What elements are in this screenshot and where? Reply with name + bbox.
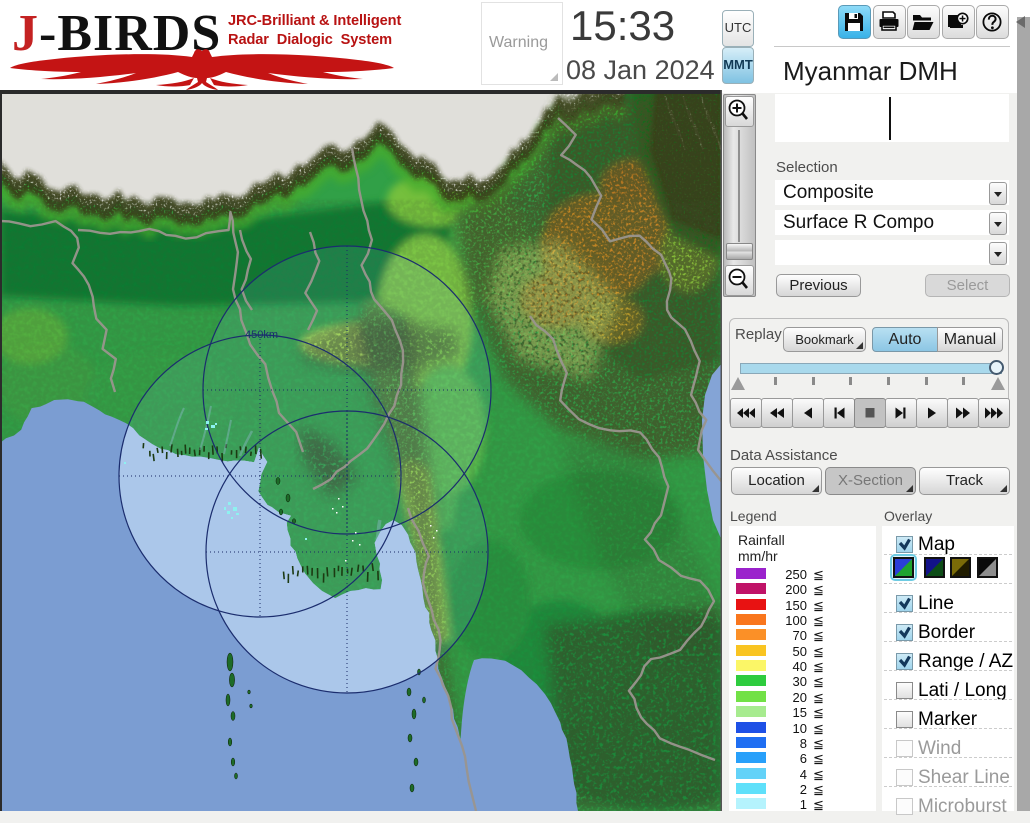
svg-text:450km: 450km <box>245 329 278 341</box>
